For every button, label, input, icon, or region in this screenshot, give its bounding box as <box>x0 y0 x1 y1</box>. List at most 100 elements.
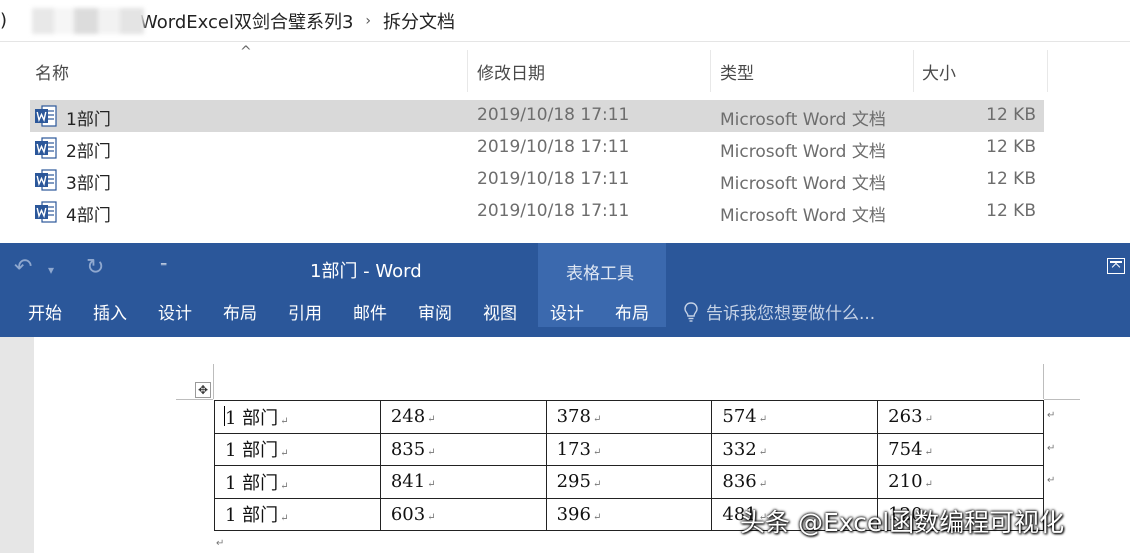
file-type: Microsoft Word 文档 <box>720 174 886 194</box>
table-cell[interactable]: 841 ↵ <box>379 465 547 499</box>
cell-end-mark: ↵ <box>592 446 602 458</box>
tab-insert[interactable]: 插入 <box>93 299 127 324</box>
table-cell[interactable]: 263 ↵ <box>877 400 1044 434</box>
cell-end-mark: ↵ <box>427 511 436 523</box>
breadcrumb-folder[interactable]: WordExcel双剑合璧系列3 <box>140 8 353 34</box>
tab-home[interactable]: 开始 <box>28 299 62 324</box>
cell-end-mark: ↵ <box>280 448 289 460</box>
tab-mailings[interactable]: 邮件 <box>353 299 387 324</box>
table-cell[interactable]: 210 ↵ <box>877 465 1044 499</box>
text-cursor <box>224 406 225 426</box>
file-row[interactable]: 3部门 2019/10/18 17:11 Microsoft Word 文档 12 K… <box>30 164 1044 196</box>
table-cell[interactable]: 754 ↵ <box>877 432 1044 466</box>
breadcrumb-chevron-icon[interactable]: › <box>365 13 371 29</box>
ribbon-display-options-icon[interactable] <box>1107 258 1125 274</box>
cell-end-mark: ↵ <box>924 479 933 491</box>
table-cell[interactable]: 378 ↵ <box>545 400 713 434</box>
tab-table-layout[interactable]: 布局 <box>615 299 649 324</box>
column-divider[interactable] <box>467 50 468 92</box>
tab-design[interactable]: 设计 <box>158 299 192 324</box>
table-row: 1 部门 ↵ 841 ↵ 295 ↵ 836 ↵ 210 ↵ <box>214 465 1044 499</box>
margin-guide <box>1044 399 1080 400</box>
tab-review[interactable]: 审阅 <box>418 299 452 324</box>
cell-text: 1 部门 <box>225 472 279 494</box>
column-divider[interactable] <box>1047 50 1048 92</box>
file-row[interactable]: 1部门 2019/10/18 17:11 Microsoft Word 文档 12 K… <box>30 100 1044 132</box>
row-end-mark: ↵ <box>1047 443 1056 454</box>
column-divider[interactable] <box>913 50 914 92</box>
table-cell[interactable]: 574 ↵ <box>711 400 879 434</box>
address-breadcrumb[interactable]: ) WordExcel双剑合璧系列3 › 拆分文档 <box>0 0 1130 42</box>
cell-text: 836 <box>722 471 757 493</box>
cell-end-mark: ↵ <box>592 479 602 491</box>
file-size: 12 KB <box>986 105 1036 125</box>
paragraph-mark: ↵ <box>216 538 225 549</box>
table-cell[interactable]: 332 ↵ <box>711 432 879 466</box>
cell-text: 1 部门 <box>225 440 279 462</box>
cell-end-mark: ↵ <box>280 415 289 427</box>
table-move-handle-icon[interactable]: ✥ <box>195 382 211 398</box>
cell-text: 1 部门 <box>225 407 279 429</box>
word-document-icon <box>35 201 57 223</box>
file-modified-date: 2019/10/18 17:11 <box>477 137 630 157</box>
cell-end-mark: ↵ <box>758 446 768 458</box>
tell-me-placeholder: 告诉我您想要做什么... <box>706 304 876 324</box>
tell-me-search[interactable]: 告诉我您想要做什么... <box>684 299 875 324</box>
cell-text: 1 部门 <box>225 505 279 527</box>
column-header-date[interactable]: 修改日期 <box>477 52 545 90</box>
column-header-size[interactable]: 大小 <box>922 52 956 90</box>
column-header-name[interactable]: 名称 <box>35 52 69 90</box>
breadcrumb-lead: ) <box>0 10 8 31</box>
blurred-path-segment <box>32 7 144 34</box>
customize-toolbar-icon[interactable]: ⁼ <box>160 259 167 275</box>
word-document-icon <box>35 105 57 127</box>
cell-text: 754 <box>888 438 923 460</box>
tab-table-design[interactable]: 设计 <box>550 299 584 324</box>
cell-text: 841 <box>390 471 426 493</box>
cell-text: 263 <box>888 406 923 428</box>
file-size: 12 KB <box>986 169 1036 189</box>
table-cell[interactable]: 1 部门 ↵ <box>214 400 381 434</box>
tab-references[interactable]: 引用 <box>288 299 322 324</box>
table-cell[interactable]: 173 ↵ <box>545 432 713 466</box>
table-cell[interactable]: 396 ↵ <box>545 497 713 531</box>
table-cell[interactable]: 836 ↵ <box>711 465 879 499</box>
table-cell[interactable]: 295 ↵ <box>545 465 713 499</box>
table-cell[interactable]: 603 ↵ <box>379 497 547 531</box>
table-cell[interactable]: 1 部门 ↵ <box>214 465 381 499</box>
cell-text: 173 <box>556 438 591 460</box>
cell-end-mark: ↵ <box>427 446 436 458</box>
cell-text: 574 <box>722 406 757 428</box>
tab-view[interactable]: 视图 <box>483 299 517 324</box>
file-modified-date: 2019/10/18 17:11 <box>477 201 630 221</box>
column-divider[interactable] <box>710 50 711 92</box>
cell-text: 378 <box>556 406 591 428</box>
table-cell[interactable]: 1 部门 ↵ <box>214 432 381 466</box>
column-header-type[interactable]: 类型 <box>720 52 754 90</box>
file-row[interactable]: 2部门 2019/10/18 17:11 Microsoft Word 文档 12 K… <box>30 132 1044 164</box>
cell-text: 295 <box>556 471 591 493</box>
cell-text: 332 <box>722 438 757 460</box>
row-end-mark: ↵ <box>1047 475 1056 486</box>
undo-icon[interactable]: ↶ <box>14 255 32 280</box>
table-cell[interactable]: 1 部门 ↵ <box>214 497 381 531</box>
tab-layout[interactable]: 布局 <box>223 299 257 324</box>
table-cell[interactable]: 835 ↵ <box>379 432 547 466</box>
undo-dropdown-icon[interactable]: ▾ <box>48 263 54 277</box>
table-cell[interactable]: 248 ↵ <box>379 400 547 434</box>
file-size: 12 KB <box>986 137 1036 157</box>
sort-ascending-icon: ^ <box>240 44 252 60</box>
window-title: 1部门 - Word <box>310 261 422 282</box>
file-name: 4部门 <box>66 206 111 226</box>
cell-end-mark: ↵ <box>280 513 289 525</box>
cell-text: 835 <box>390 438 426 460</box>
breadcrumb-current-folder[interactable]: 拆分文档 <box>383 8 455 34</box>
file-row[interactable]: 4部门 2019/10/18 17:11 Microsoft Word 文档 12 K… <box>30 196 1044 228</box>
cell-text: 603 <box>390 503 426 525</box>
watermark: 头条 @Excel函数编程可视化 <box>740 508 1065 537</box>
table-row: 1 部门 ↵ 835 ↵ 173 ↵ 332 ↵ 754 ↵ <box>214 432 1044 466</box>
margin-guide <box>213 364 214 399</box>
cell-end-mark: ↵ <box>427 479 436 491</box>
redo-icon[interactable]: ↻ <box>86 255 104 280</box>
cell-end-mark: ↵ <box>758 414 768 426</box>
